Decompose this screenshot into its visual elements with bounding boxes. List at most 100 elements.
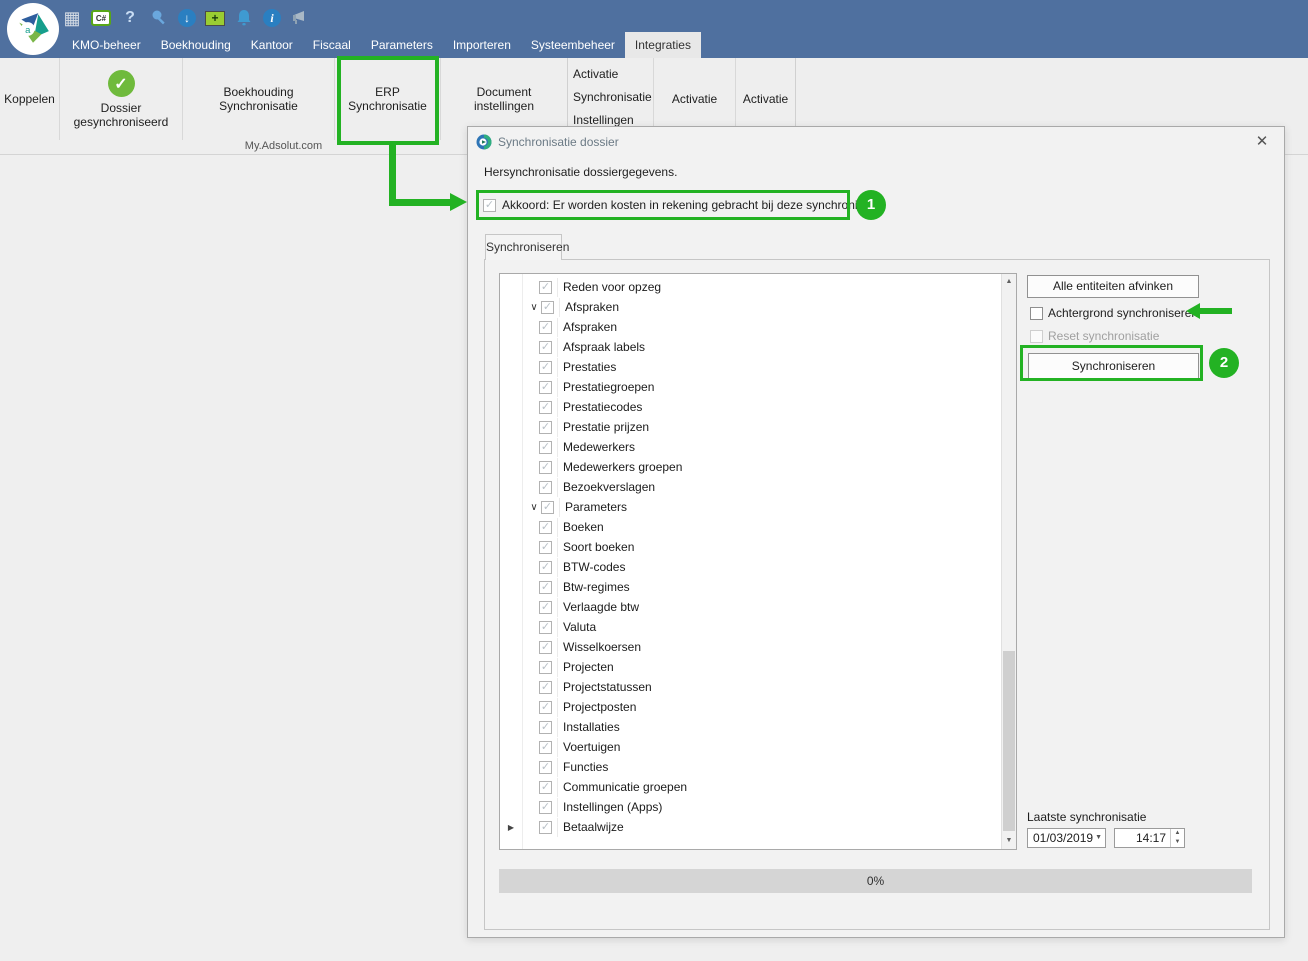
dialog-logo-icon xyxy=(476,134,492,150)
entity-checkbox[interactable]: ✓ xyxy=(539,721,552,734)
entity-checkbox[interactable]: ✓ xyxy=(539,481,552,494)
tree-row[interactable]: ✓Verlaagde btw xyxy=(500,597,1000,617)
tree-row[interactable]: ✓Medewerkers groepen xyxy=(500,457,1000,477)
entity-checkbox[interactable]: ✓ xyxy=(539,761,552,774)
calculator-icon[interactable]: ▦ xyxy=(62,8,82,28)
entity-checkbox[interactable]: ✓ xyxy=(539,421,552,434)
dialog-title-bar[interactable]: Synchronisatie dossier ✕ xyxy=(468,127,1284,157)
entity-checkbox[interactable]: ✓ xyxy=(539,641,552,654)
tree-row[interactable]: ✓Reden voor opzeg xyxy=(500,277,1000,297)
entity-checkbox[interactable]: ✓ xyxy=(539,821,552,834)
entity-checkbox[interactable]: ✓ xyxy=(539,621,552,634)
scrollbar-thumb[interactable] xyxy=(1003,651,1015,831)
tab-fiscaal[interactable]: Fiscaal xyxy=(303,32,361,58)
annotation-box-agree-checkbox xyxy=(476,190,850,220)
entity-checkbox[interactable]: ✓ xyxy=(541,301,554,314)
entity-checkbox[interactable]: ✓ xyxy=(539,681,552,694)
entity-checkbox[interactable]: ✓ xyxy=(539,541,552,554)
entity-checkbox[interactable]: ✓ xyxy=(539,461,552,474)
notifications-bell-icon[interactable] xyxy=(234,8,254,28)
tree-row[interactable]: ✓Btw-regimes xyxy=(500,577,1000,597)
entity-label: Projectposten xyxy=(557,698,636,717)
tree-row[interactable]: ✓Projectstatussen xyxy=(500,677,1000,697)
background-sync-checkbox[interactable] xyxy=(1030,307,1043,320)
tree-row[interactable]: ✓ Projectposten xyxy=(500,697,1000,717)
tree-row[interactable]: ✓Bezoekverslagen xyxy=(500,477,1000,497)
ribbon-button-koppelen[interactable]: Koppelen xyxy=(0,58,60,140)
info-icon[interactable]: i xyxy=(263,9,281,27)
time-spinner[interactable]: ▲ ▼ xyxy=(1170,829,1184,847)
tree-row[interactable]: ✓Prestatiecodes xyxy=(500,397,1000,417)
uncheck-all-entities-button[interactable]: Alle entiteiten afvinken xyxy=(1027,275,1199,298)
tab-kantoor[interactable]: Kantoor xyxy=(241,32,303,58)
tree-row[interactable]: ✓Communicatie groepen xyxy=(500,777,1000,797)
entity-checkbox[interactable]: ✓ xyxy=(539,361,552,374)
tree-row[interactable]: ✓Valuta xyxy=(500,617,1000,637)
tree-row[interactable]: ✓Installaties xyxy=(500,717,1000,737)
scroll-up-icon[interactable]: ▲ xyxy=(1002,274,1016,290)
tree-row[interactable]: ✓Prestatiegroepen xyxy=(500,377,1000,397)
tree-row[interactable]: ∨✓Parameters xyxy=(500,497,1000,517)
annotation-arrow-2-head-icon xyxy=(1186,303,1200,319)
tab-parameters[interactable]: Parameters xyxy=(361,32,443,58)
entity-checkbox[interactable]: ✓ xyxy=(539,401,552,414)
csharp-chat-icon[interactable]: C# xyxy=(91,10,111,26)
tree-row[interactable]: ✓Functies xyxy=(500,757,1000,777)
pin-icon[interactable] xyxy=(149,8,169,28)
chevron-down-icon[interactable]: ∨ xyxy=(527,302,541,313)
entity-label: Afspraken xyxy=(557,318,617,337)
entity-checkbox[interactable]: ✓ xyxy=(539,321,552,334)
tree-row[interactable]: ✓Afspraak labels xyxy=(500,337,1000,357)
ribbon-status-dossier-gesynchroniseerd[interactable]: ✓ Dossier gesynchroniseerd xyxy=(60,58,183,140)
last-sync-date-field[interactable]: 01/03/2019 ▼ xyxy=(1027,828,1106,848)
tree-row[interactable]: ✓Instellingen (Apps) xyxy=(500,797,1000,817)
entity-checkbox[interactable]: ✓ xyxy=(539,601,552,614)
tab-boekhouding[interactable]: Boekhouding xyxy=(151,32,241,58)
tree-row[interactable]: ✓BTW-codes xyxy=(500,557,1000,577)
tree-row[interactable]: ✓Prestatie prijzen xyxy=(500,417,1000,437)
tree-row[interactable]: ✓Boeken xyxy=(500,517,1000,537)
adsolut-logo-icon: a xyxy=(14,10,52,48)
entity-checkbox[interactable]: ✓ xyxy=(539,521,552,534)
entity-checkbox[interactable]: ✓ xyxy=(541,501,554,514)
tab-systeembeheer[interactable]: Systeembeheer xyxy=(521,32,625,58)
help-icon[interactable]: ? xyxy=(120,8,140,28)
tree-row[interactable]: ✓Prestaties xyxy=(500,357,1000,377)
tree-row[interactable]: ✓Projecten xyxy=(500,657,1000,677)
entity-checkbox[interactable]: ✓ xyxy=(539,581,552,594)
entity-checkbox[interactable]: ✓ xyxy=(539,801,552,814)
screen-add-icon[interactable]: + xyxy=(205,11,225,26)
tree-row[interactable]: ✓Voertuigen xyxy=(500,737,1000,757)
entity-checkbox[interactable]: ✓ xyxy=(539,561,552,574)
entity-checkbox[interactable]: ✓ xyxy=(539,441,552,454)
entity-checkbox[interactable]: ✓ xyxy=(539,701,552,714)
tab-importeren[interactable]: Importeren xyxy=(443,32,521,58)
ribbon-button-boekhouding-synchronisatie[interactable]: Boekhouding Synchronisatie xyxy=(183,58,335,140)
tree-row[interactable]: ✓Wisselkoersen xyxy=(500,637,1000,657)
tree-scrollbar[interactable]: ▲ ▼ xyxy=(1001,274,1016,849)
spin-up-icon[interactable]: ▲ xyxy=(1171,829,1184,838)
entity-checkbox[interactable]: ✓ xyxy=(539,381,552,394)
tree-row[interactable]: ∨✓Afspraken xyxy=(500,297,1000,317)
entity-checkbox[interactable]: ✓ xyxy=(539,661,552,674)
announcement-icon[interactable] xyxy=(290,8,310,28)
entity-checkbox[interactable]: ✓ xyxy=(539,741,552,754)
entity-checkbox[interactable]: ✓ xyxy=(539,781,552,794)
entity-checkbox[interactable]: ✓ xyxy=(539,281,552,294)
last-sync-time-field[interactable]: 14:17 ▲ ▼ xyxy=(1114,828,1185,848)
check-circle-icon: ✓ xyxy=(108,70,135,97)
download-icon[interactable]: ↓ xyxy=(178,9,196,27)
tree-row[interactable]: ▶✓Betaalwijze xyxy=(500,817,1000,837)
close-icon[interactable]: ✕ xyxy=(1252,127,1272,157)
entity-checkbox[interactable]: ✓ xyxy=(539,341,552,354)
scroll-down-icon[interactable]: ▼ xyxy=(1002,833,1016,849)
chevron-down-icon[interactable]: ▼ xyxy=(1095,829,1102,847)
tree-row[interactable]: ✓Medewerkers xyxy=(500,437,1000,457)
chevron-down-icon[interactable]: ∨ xyxy=(527,502,541,513)
tree-row[interactable]: ✓ Afspraken xyxy=(500,317,1000,337)
tree-row[interactable]: ✓Soort boeken xyxy=(500,537,1000,557)
tab-kmo-beheer[interactable]: KMO-beheer xyxy=(62,32,151,58)
tab-integraties[interactable]: Integraties xyxy=(625,32,701,58)
spin-down-icon[interactable]: ▼ xyxy=(1171,838,1184,847)
tab-synchroniseren[interactable]: Synchroniseren xyxy=(485,234,562,260)
